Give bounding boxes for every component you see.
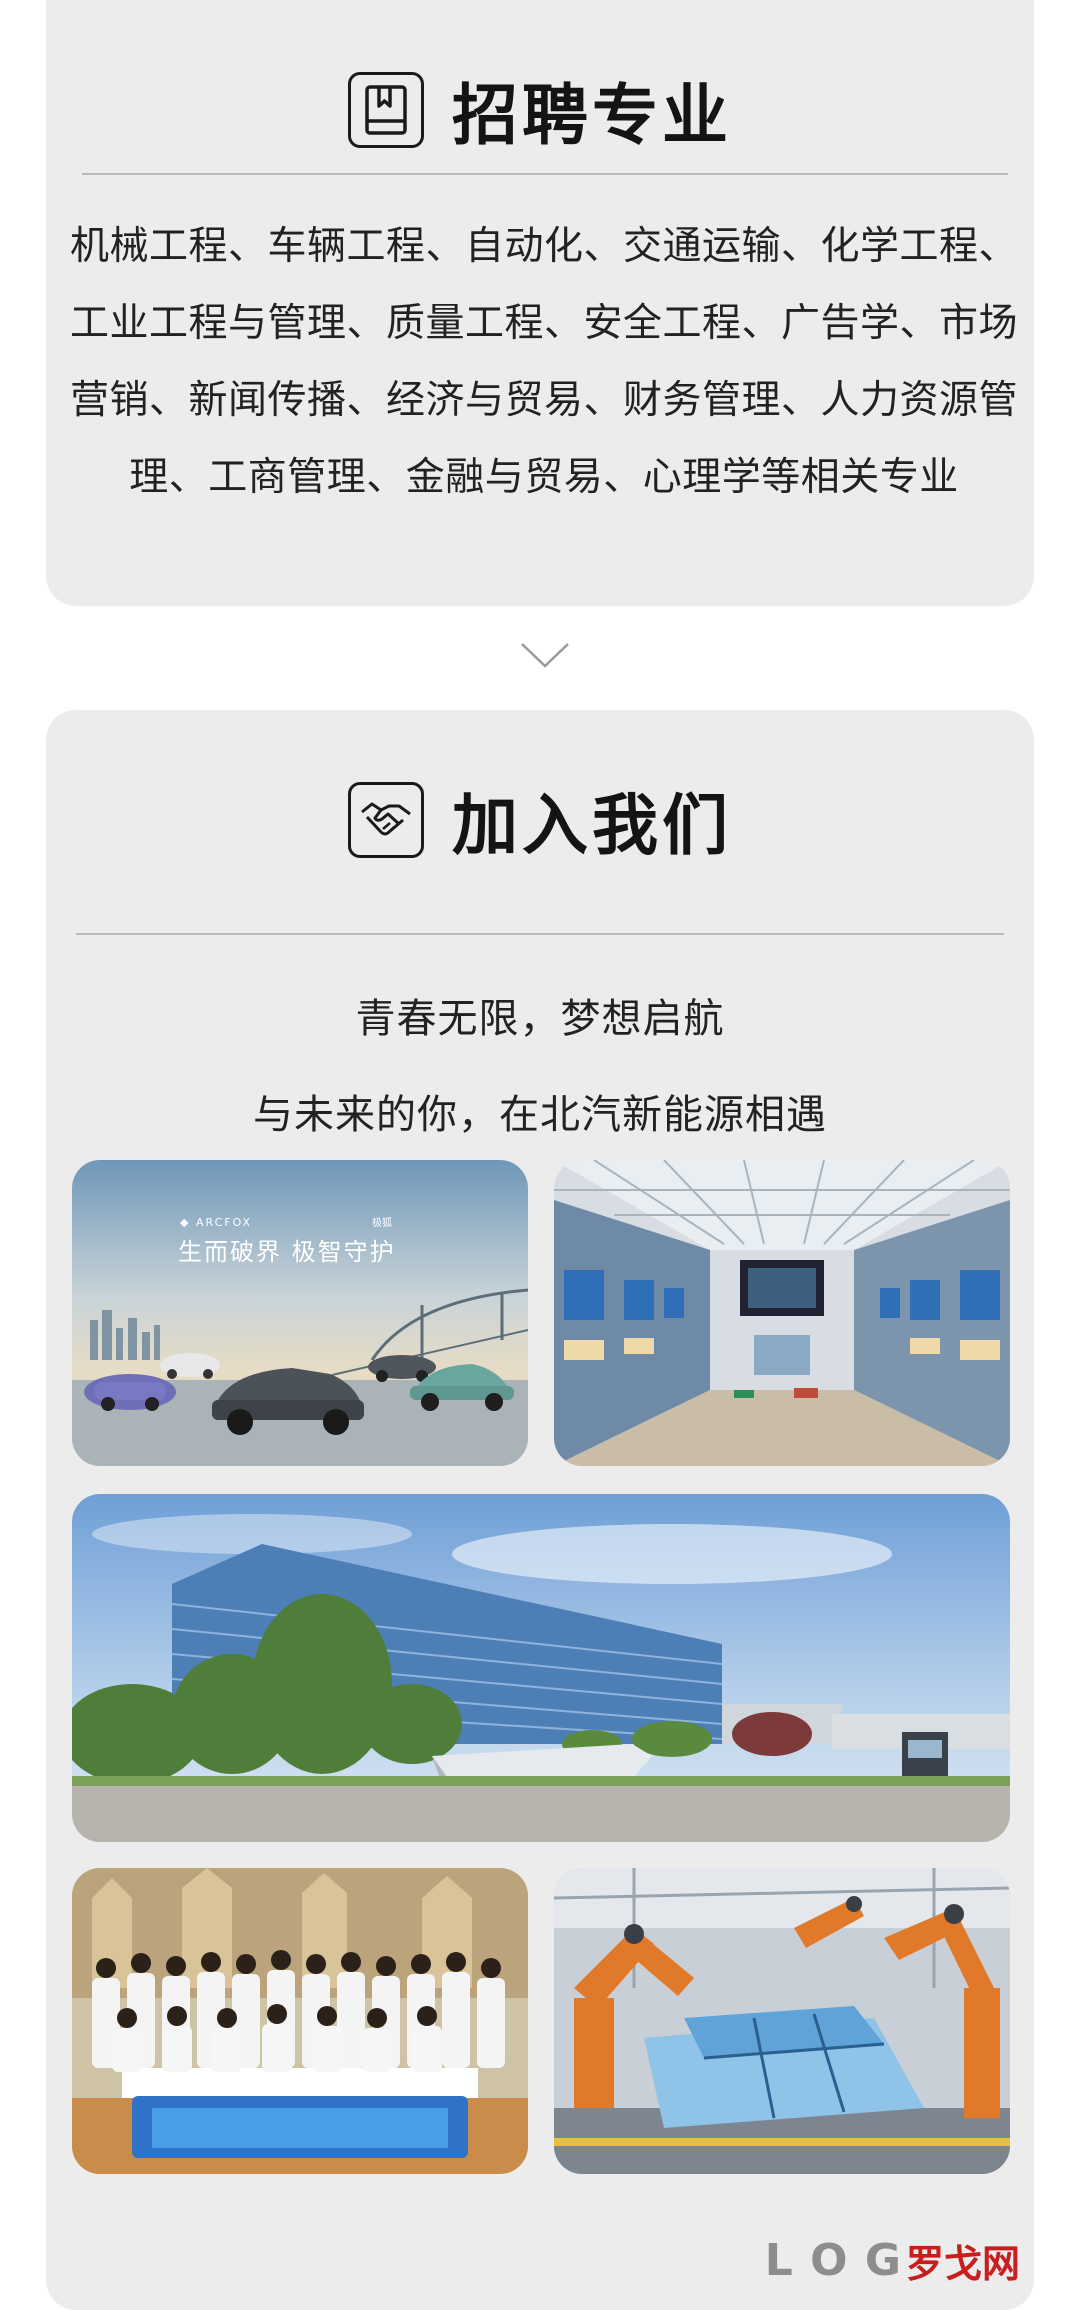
majors-list-text: 机械工程、车辆工程、自动化、交通运输、化学工程、工业工程与管理、质量工程、安全工… — [70, 224, 1019, 500]
majors-header: 招聘专业 — [46, 62, 1034, 158]
slogan-line-2: 与未来的你，在北汽新能源相遇 — [253, 1092, 827, 1138]
majors-title: 招聘专业 — [452, 77, 732, 154]
car-2 — [160, 1353, 220, 1379]
watermark-logo: L O G 罗戈网 — [765, 2233, 1020, 2288]
arcfox-ad-photo: ◆ ARCFOX 极狐 生而破界 极智守护 — [72, 1160, 528, 1466]
watermark-logo-text: L O G — [764, 2235, 902, 2286]
watermark-brand: 罗戈网 — [905, 2242, 1020, 2286]
join-card: 加入我们 青春无限，梦想启航 与未来的你，在北汽新能源相遇 ◆ ARCFOX 极… — [46, 710, 1034, 2310]
majors-card: 招聘专业 机械工程、车辆工程、自动化、交通运输、化学工程、工业工程与管理、质量工… — [46, 0, 1034, 606]
join-divider — [76, 933, 1004, 935]
ad-tagline: 生而破界 极智守护 — [178, 1238, 396, 1266]
ad-brand-sub: 极狐 — [372, 1216, 392, 1229]
handshake-icon — [348, 782, 424, 858]
robot-factory-photo — [554, 1868, 1010, 2174]
team-group-photo — [72, 1868, 528, 2174]
headquarters-photo — [72, 1494, 1010, 1842]
majors-divider — [82, 173, 1008, 175]
slogan-line-1: 青春无限，梦想启航 — [355, 996, 725, 1042]
atrium-photo — [554, 1160, 1010, 1466]
ad-brand: ◆ ARCFOX — [180, 1216, 252, 1229]
join-header: 加入我们 — [46, 772, 1034, 868]
book-icon — [348, 72, 424, 148]
join-title: 加入我们 — [452, 787, 732, 864]
chevron-down-icon — [520, 640, 570, 670]
